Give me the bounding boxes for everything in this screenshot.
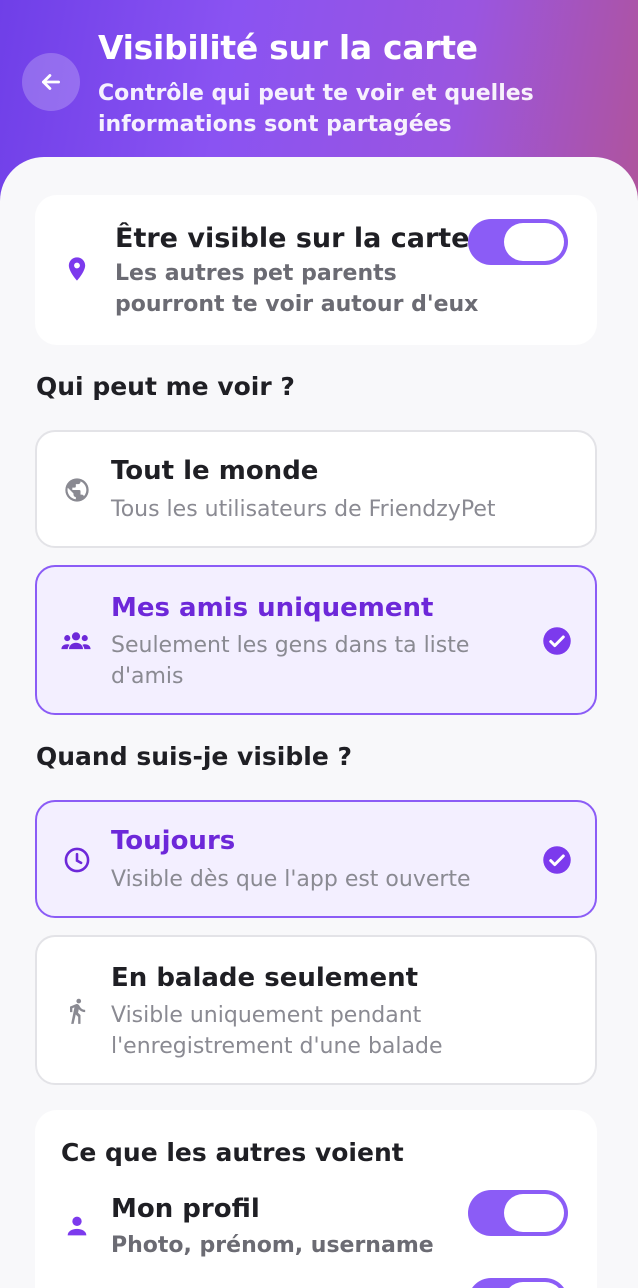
page-title: Visibilité sur la carte: [98, 28, 478, 67]
map-visibility-card: Être visible sur la carte Les autres pet…: [35, 195, 597, 345]
group-icon: [59, 627, 93, 655]
visibility-title: Être visible sur la carte: [115, 223, 470, 254]
option-walk-only[interactable]: En balade seulement Visible uniquement p…: [35, 935, 597, 1085]
location-pin-icon: [63, 255, 91, 283]
shared-info-card: Ce que les autres voient Mon profil Phot…: [35, 1110, 597, 1288]
option-walk-sub: Visible uniquement pendant l'enregistrem…: [111, 1003, 443, 1059]
who-section-title: Qui peut me voir ?: [36, 372, 295, 401]
option-friends-label: Mes amis uniquement: [111, 593, 434, 623]
option-always-label: Toujours: [111, 826, 236, 856]
option-always-sub: Visible dès que l'app est ouverte: [111, 867, 471, 892]
walk-icon: [63, 997, 91, 1025]
visibility-toggle[interactable]: [468, 219, 568, 265]
page-subtitle: Contrôle qui peut te voir et quelles inf…: [98, 81, 534, 137]
profile-label: Mon profil: [111, 1194, 260, 1224]
option-walk-label: En balade seulement: [111, 963, 419, 993]
option-friends-only[interactable]: Mes amis uniquement Seulement les gens d…: [35, 565, 597, 715]
toggle-knob: [504, 223, 564, 261]
option-friends-sub: Seulement les gens dans ta liste d'amis: [111, 633, 470, 689]
option-everyone-label: Tout le monde: [111, 456, 319, 486]
arrow-left-icon: [38, 69, 64, 95]
back-button[interactable]: [22, 53, 80, 111]
globe-icon: [63, 476, 91, 504]
toggle-knob: [504, 1282, 564, 1288]
when-section-title: Quand suis-je visible ?: [36, 742, 352, 771]
check-circle-icon: [542, 626, 572, 656]
clock-icon: [63, 846, 91, 874]
option-everyone[interactable]: Tout le monde Tous les utilisateurs de F…: [35, 430, 597, 548]
person-icon: [63, 1212, 91, 1240]
option-always[interactable]: Toujours Visible dès que l'app est ouver…: [35, 800, 597, 918]
profile-toggle[interactable]: [468, 1190, 568, 1236]
next-item-toggle[interactable]: [468, 1278, 568, 1288]
profile-sub: Photo, prénom, username: [111, 1233, 434, 1258]
toggle-knob: [504, 1194, 564, 1232]
visibility-subtitle: Les autres pet parents pourront te voir …: [115, 261, 479, 317]
option-everyone-sub: Tous les utilisateurs de FriendzyPet: [111, 497, 496, 522]
shared-section-title: Ce que les autres voient: [61, 1138, 404, 1167]
check-circle-icon: [542, 845, 572, 875]
